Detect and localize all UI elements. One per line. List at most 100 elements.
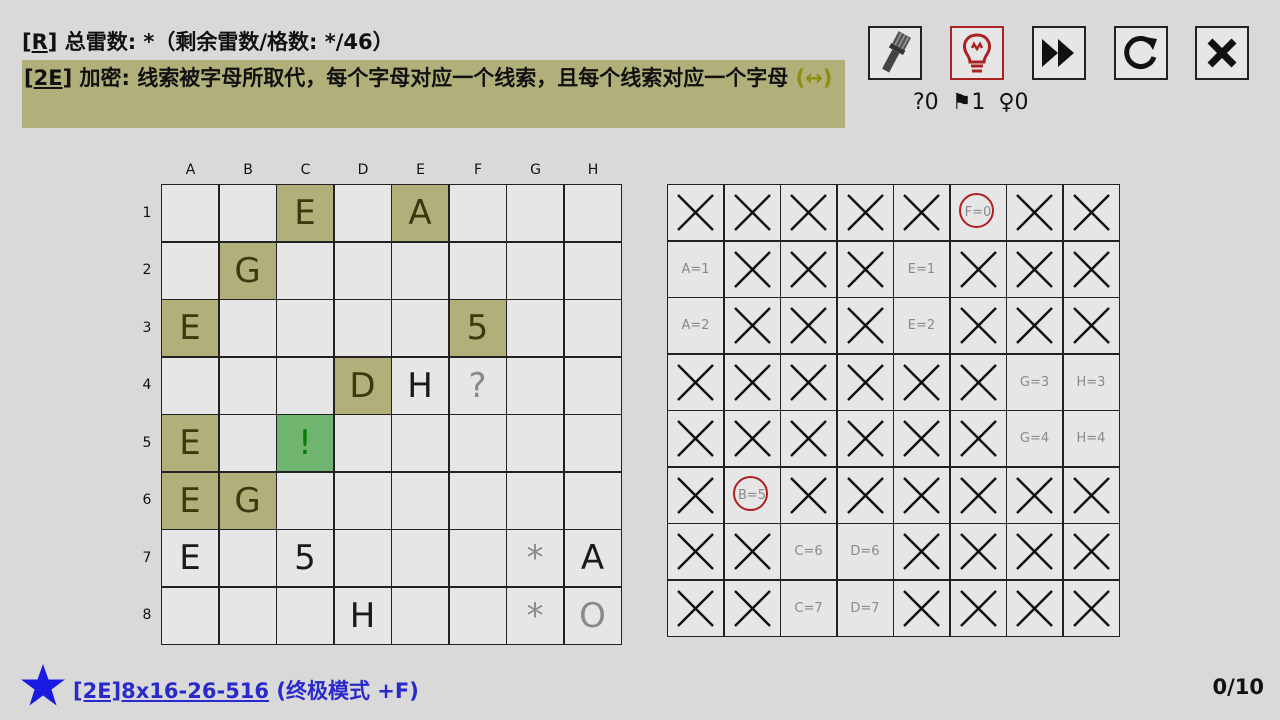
matrix-cell[interactable] bbox=[724, 580, 780, 636]
board-cell[interactable]: H bbox=[392, 357, 448, 414]
board-cell[interactable] bbox=[449, 415, 506, 471]
matrix-cell[interactable]: H=3 bbox=[1063, 354, 1119, 410]
board-cell[interactable] bbox=[334, 185, 391, 241]
matrix-cell[interactable] bbox=[724, 411, 780, 466]
matrix-cell[interactable] bbox=[894, 411, 949, 466]
matrix-cell[interactable]: A=1 bbox=[668, 241, 723, 297]
matrix-cell[interactable] bbox=[724, 524, 780, 579]
matrix-cell[interactable] bbox=[1007, 580, 1062, 636]
matrix-cell[interactable] bbox=[837, 354, 893, 410]
board-cell[interactable] bbox=[564, 415, 621, 471]
matrix-cell[interactable]: A=2 bbox=[668, 298, 723, 353]
matrix-cell[interactable]: F=0 bbox=[950, 185, 1006, 240]
board-cell[interactable] bbox=[277, 242, 333, 299]
restart-button[interactable] bbox=[1114, 26, 1168, 80]
matrix-cell[interactable]: G=3 bbox=[1007, 354, 1062, 410]
matrix-cell[interactable] bbox=[668, 354, 723, 410]
hint-button[interactable] bbox=[950, 26, 1004, 80]
board-cell[interactable]: ! bbox=[277, 415, 333, 471]
matrix-cell[interactable] bbox=[950, 411, 1006, 466]
matrix-cell[interactable]: D=7 bbox=[837, 580, 893, 636]
matrix-cell[interactable] bbox=[950, 354, 1006, 410]
matrix-cell[interactable] bbox=[950, 580, 1006, 636]
matrix-cell[interactable] bbox=[950, 298, 1006, 353]
board-cell[interactable] bbox=[219, 587, 276, 644]
matrix-cell[interactable] bbox=[668, 185, 723, 240]
board-cell[interactable] bbox=[449, 472, 506, 529]
board-cell[interactable]: ? bbox=[449, 357, 506, 414]
matrix-cell[interactable] bbox=[668, 580, 723, 636]
matrix-cell[interactable] bbox=[668, 524, 723, 579]
board-cell[interactable] bbox=[334, 242, 391, 299]
puzzle-id[interactable]: [2E]8x16-26-516 (终极模式 +F) bbox=[73, 675, 419, 705]
matrix-cell[interactable] bbox=[1007, 185, 1062, 240]
board-cell[interactable] bbox=[507, 415, 563, 471]
board-cell[interactable]: E bbox=[162, 530, 218, 586]
board-cell[interactable] bbox=[507, 472, 563, 529]
matrix-cell[interactable] bbox=[1063, 298, 1119, 353]
matrix-cell[interactable] bbox=[781, 241, 836, 297]
matrix-cell[interactable] bbox=[1063, 524, 1119, 579]
matrix-cell[interactable] bbox=[950, 467, 1006, 523]
board-cell[interactable]: G bbox=[219, 242, 276, 299]
matrix-cell[interactable]: C=6 bbox=[781, 524, 836, 579]
puzzle-code[interactable]: [2E]8x16-26-516 bbox=[73, 679, 269, 703]
brush-button[interactable] bbox=[868, 26, 922, 80]
board-cell[interactable]: G bbox=[219, 472, 276, 529]
board-cell[interactable]: O bbox=[564, 587, 621, 644]
board-cell[interactable]: A bbox=[392, 185, 448, 241]
board-cell[interactable] bbox=[507, 300, 563, 356]
board-cell[interactable] bbox=[392, 415, 448, 471]
matrix-cell[interactable] bbox=[837, 241, 893, 297]
board-cell[interactable] bbox=[564, 472, 621, 529]
matrix-cell[interactable] bbox=[781, 467, 836, 523]
board-cell[interactable] bbox=[277, 472, 333, 529]
matrix-cell[interactable]: E=1 bbox=[894, 241, 949, 297]
matrix-cell[interactable] bbox=[950, 524, 1006, 579]
board-cell[interactable] bbox=[219, 530, 276, 586]
board-cell[interactable] bbox=[277, 357, 333, 414]
matrix-cell[interactable] bbox=[1007, 524, 1062, 579]
board-cell[interactable] bbox=[277, 300, 333, 356]
matrix-cell[interactable] bbox=[1063, 241, 1119, 297]
matrix-cell[interactable] bbox=[781, 411, 836, 466]
matrix-cell[interactable] bbox=[781, 185, 836, 240]
matrix-cell[interactable] bbox=[950, 241, 1006, 297]
board-cell[interactable]: D bbox=[334, 357, 391, 414]
matrix-cell[interactable] bbox=[894, 524, 949, 579]
board-cell[interactable] bbox=[507, 185, 563, 241]
matrix-cell[interactable]: D=6 bbox=[837, 524, 893, 579]
board-cell[interactable]: E bbox=[277, 185, 333, 241]
board-cell[interactable] bbox=[449, 587, 506, 644]
matrix-cell[interactable] bbox=[1007, 241, 1062, 297]
board-cell[interactable]: E bbox=[162, 472, 218, 529]
matrix-cell[interactable] bbox=[837, 298, 893, 353]
board-cell[interactable] bbox=[564, 185, 621, 241]
board-cell[interactable] bbox=[219, 185, 276, 241]
star-icon[interactable] bbox=[20, 663, 66, 707]
board-cell[interactable]: H bbox=[334, 587, 391, 644]
board-cell[interactable] bbox=[334, 530, 391, 586]
matrix-cell[interactable] bbox=[781, 354, 836, 410]
matrix-cell[interactable] bbox=[894, 354, 949, 410]
matrix-cell[interactable] bbox=[1063, 467, 1119, 523]
bidirectional-arrow[interactable]: (↔) bbox=[796, 66, 833, 90]
board-cell[interactable] bbox=[449, 530, 506, 586]
board-cell[interactable] bbox=[277, 587, 333, 644]
board-cell[interactable] bbox=[162, 587, 218, 644]
board-cell[interactable] bbox=[219, 357, 276, 414]
board-cell[interactable]: E bbox=[162, 300, 218, 356]
matrix-cell[interactable] bbox=[837, 411, 893, 466]
board-cell[interactable] bbox=[334, 415, 391, 471]
matrix-cell[interactable] bbox=[894, 467, 949, 523]
board-cell[interactable]: 5 bbox=[449, 300, 506, 356]
matrix-cell[interactable] bbox=[894, 580, 949, 636]
matrix-cell[interactable] bbox=[781, 298, 836, 353]
board-cell[interactable] bbox=[392, 472, 448, 529]
board-cell[interactable] bbox=[564, 357, 621, 414]
board-cell[interactable] bbox=[449, 185, 506, 241]
board-cell[interactable]: 5 bbox=[277, 530, 333, 586]
matrix-cell[interactable] bbox=[837, 467, 893, 523]
board-cell[interactable]: * bbox=[507, 530, 563, 586]
matrix-cell[interactable] bbox=[724, 241, 780, 297]
